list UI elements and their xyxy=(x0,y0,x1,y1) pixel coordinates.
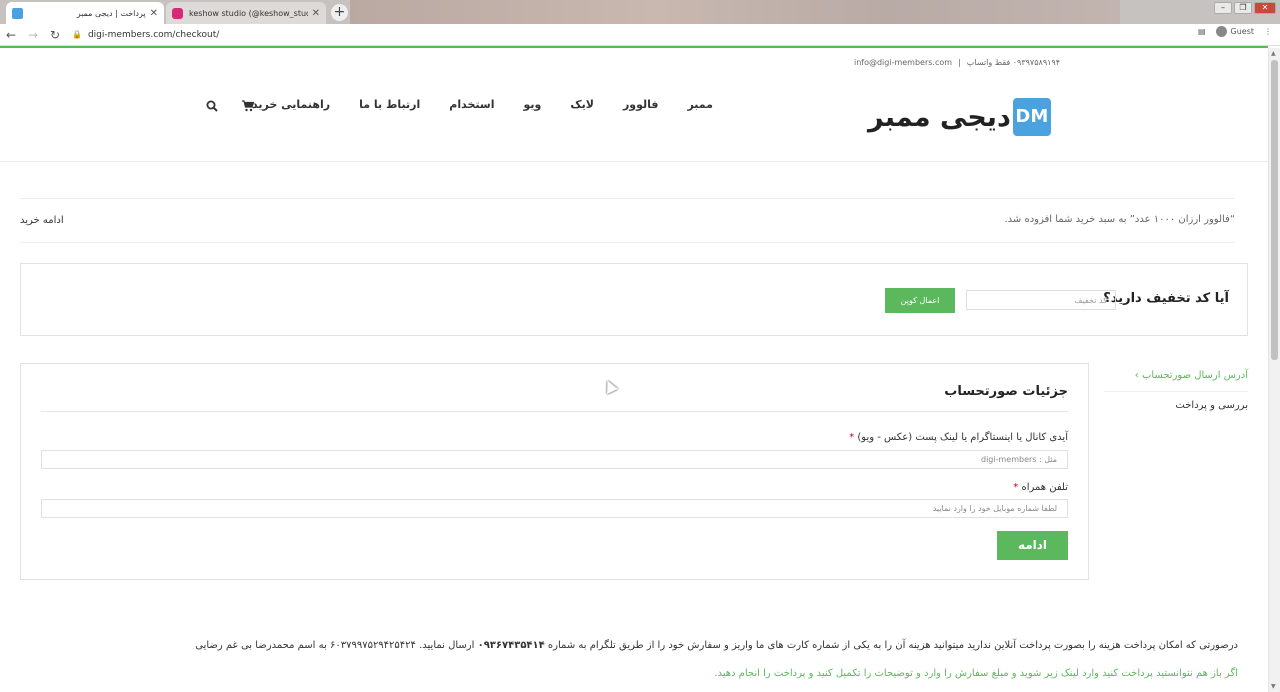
close-icon[interactable]: ✕ xyxy=(150,8,158,19)
nav-item-member[interactable]: ممبر xyxy=(687,98,713,111)
minimize-icon[interactable]: – xyxy=(1214,2,1232,14)
tab-title: keshow studio (@keshow_studio) xyxy=(189,8,308,18)
close-icon[interactable]: ✕ xyxy=(312,8,320,19)
tab-instagram[interactable]: keshow studio (@keshow_studio) ✕ xyxy=(166,2,326,24)
apply-coupon-button[interactable]: اعمال کوپن xyxy=(885,288,955,313)
topbar-separator: | xyxy=(958,58,961,67)
forward-icon[interactable]: → xyxy=(22,28,44,42)
billing-title: جزئیات صورتحساب xyxy=(944,384,1068,399)
card-number-text: ارسال نمایید. ۶۰۳۷۹۹۷۵۲۹۴۲۵۴۲۴ به اسم مح… xyxy=(195,640,475,651)
telegram-phone: ۰۹۳۶۷۴۳۵۴۱۴ xyxy=(477,640,545,651)
profile-name: Guest xyxy=(1230,27,1255,36)
phone-input[interactable]: لطفا شماره موبایل خود را وارد نمایید xyxy=(41,499,1068,518)
tab-title: پرداخت | دیجی ممبر xyxy=(76,8,146,18)
lock-icon: 🔒 xyxy=(72,30,82,39)
header-divider xyxy=(0,161,1268,162)
form-divider xyxy=(41,411,1068,412)
required-mark: * xyxy=(849,432,855,443)
whatsapp-phone[interactable]: ۰۹۳۹۷۵۸۹۱۹۴ فقط واتساپ xyxy=(967,58,1060,67)
scroll-down-icon[interactable]: ▼ xyxy=(1271,683,1276,690)
nav-item-contact[interactable]: ارتباط با ما xyxy=(359,98,420,111)
profile-button[interactable]: Guest xyxy=(1215,26,1255,37)
top-contact-bar: ۰۹۳۹۷۵۸۹۱۹۴ فقط واتساپ | info@digi-membe… xyxy=(854,58,1060,67)
window-controls: – ❐ ✕ xyxy=(1214,2,1276,14)
contact-email[interactable]: info@digi-members.com xyxy=(854,58,952,67)
tab-checkout[interactable]: پرداخت | دیجی ممبر ✕ xyxy=(6,2,164,24)
back-icon[interactable]: ← xyxy=(0,28,22,42)
scroll-up-icon[interactable]: ▲ xyxy=(1271,50,1276,57)
nav-item-like[interactable]: لایک xyxy=(570,98,594,111)
nav-item-guide[interactable]: راهنمایی خرید xyxy=(252,98,330,111)
dm-favicon-icon xyxy=(12,7,23,19)
instagram-favicon-icon xyxy=(172,7,183,19)
phone-label: تلفن همراه * xyxy=(1013,482,1068,493)
info-text: درصورتی که امکان پرداخت هزینه را بصورت پ… xyxy=(547,640,1238,651)
payment-link-info[interactable]: اگر باز هم نتوانستید پرداخت کنید وارد لی… xyxy=(714,668,1238,679)
maximize-icon[interactable]: ❐ xyxy=(1234,2,1252,14)
continue-shopping-link[interactable]: ادامه خرید xyxy=(20,215,64,226)
main-navigation: ممبر فالوور لایک ویو استخدام ارتباط با م… xyxy=(223,98,713,111)
checkout-steps: آدرس ارسال صورتحساب › بررسی و پرداخت xyxy=(1104,368,1248,419)
url-field[interactable]: 🔒 digi-members.com/checkout/ xyxy=(72,30,219,40)
address-bar: ← → ↻ 🔒 digi-members.com/checkout/ ▤ Gue… xyxy=(0,24,1280,46)
required-mark: * xyxy=(1013,482,1019,493)
header-icons xyxy=(206,100,255,115)
label-text: تلفن همراه xyxy=(1021,482,1068,493)
coupon-input[interactable]: کد تخفیف xyxy=(966,290,1116,310)
cart-icon[interactable] xyxy=(242,100,255,115)
added-to-cart-message: “فالوور ارزان ۱۰۰۰ عدد” به سبد خرید شما … xyxy=(1004,214,1235,225)
instagram-id-input[interactable]: مثل : digi-members xyxy=(41,450,1068,469)
window-close-icon[interactable]: ✕ xyxy=(1254,2,1276,14)
reload-icon[interactable]: ↻ xyxy=(44,28,66,42)
step-billing-address[interactable]: آدرس ارسال صورتحساب › xyxy=(1104,368,1248,392)
url-text: digi-members.com/checkout/ xyxy=(87,29,220,40)
step-review-payment[interactable]: بررسی و پرداخت xyxy=(1104,392,1248,419)
background-windows xyxy=(350,0,1120,24)
label-text: آیدی کانال یا اینستاگرام یا لینک پست (عک… xyxy=(857,432,1068,443)
avatar-icon xyxy=(1215,26,1227,37)
continue-button[interactable]: ادامه xyxy=(997,531,1068,560)
scroll-thumb[interactable] xyxy=(1271,60,1278,360)
instagram-id-label: آیدی کانال یا اینستاگرام یا لینک پست (عک… xyxy=(849,432,1068,443)
nav-item-jobs[interactable]: استخدام xyxy=(449,98,494,111)
cart-notice: “فالوور ارزان ۱۰۰۰ عدد” به سبد خرید شما … xyxy=(20,198,1235,243)
coupon-box: آیا کد تخفیف دارید؟ کد تخفیف اعمال کوپن xyxy=(20,263,1248,336)
logo-text: دیجی ممبر xyxy=(868,101,1011,133)
offline-payment-info: درصورتی که امکان پرداخت هزینه را بصورت پ… xyxy=(195,640,1238,651)
search-icon[interactable] xyxy=(206,100,218,115)
translate-icon[interactable]: ▤ xyxy=(1198,27,1206,36)
vertical-scrollbar[interactable]: ▲ ▼ xyxy=(1268,48,1280,692)
coupon-question: آیا کد تخفیف دارید؟ xyxy=(1103,291,1229,306)
billing-form: جزئیات صورتحساب آیدی کانال یا اینستاگرام… xyxy=(20,363,1089,580)
menu-icon[interactable]: ⋮ xyxy=(1264,27,1272,36)
nav-item-follower[interactable]: فالوور xyxy=(623,98,659,111)
nav-item-view[interactable]: ویو xyxy=(523,98,541,111)
checkout-page: ۰۹۳۹۷۵۸۹۱۹۴ فقط واتساپ | info@digi-membe… xyxy=(0,48,1268,692)
logo-mark: DM xyxy=(1012,98,1051,136)
site-logo[interactable]: DM دیجی ممبر xyxy=(868,98,1051,136)
new-tab-button[interactable]: + xyxy=(331,4,348,21)
browser-tab-strip: پرداخت | دیجی ممبر ✕ keshow studio (@kes… xyxy=(0,0,1280,24)
